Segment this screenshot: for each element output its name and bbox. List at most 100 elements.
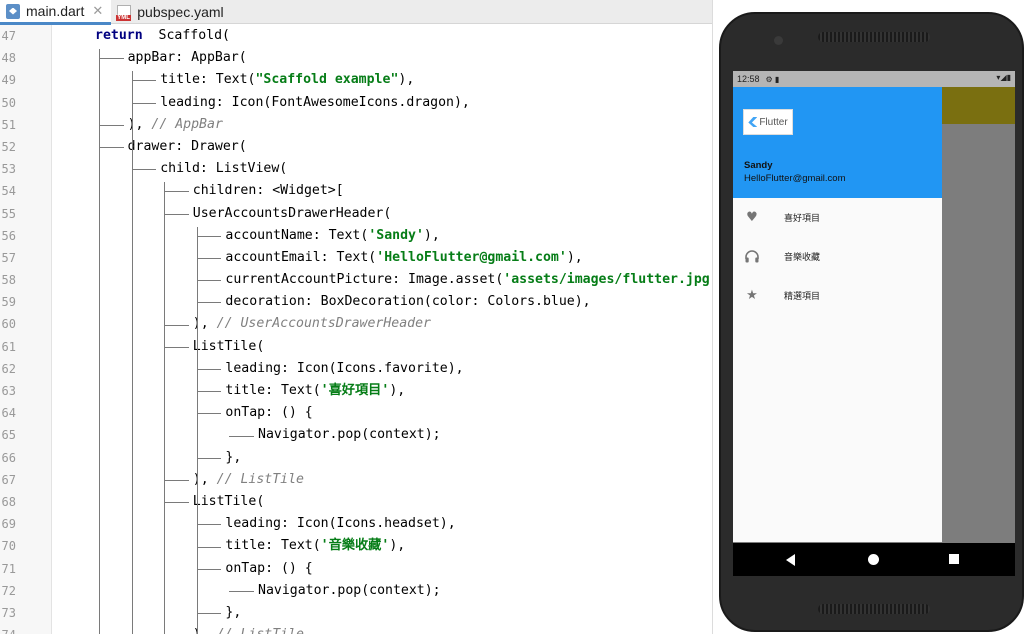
line-number: 59 (1, 295, 16, 310)
code-token: Scaffold( (142, 28, 230, 43)
code-line[interactable]: 64 onTap: () { (0, 402, 712, 424)
widget-tree-guide (196, 568, 222, 570)
code-line[interactable]: 57 accountEmail: Text('HelloFlutter@gmail… (0, 247, 712, 269)
line-number: 66 (1, 450, 16, 465)
code-token: children: <Widget>[ (192, 183, 344, 199)
line-number: 49 (1, 73, 16, 88)
recent-apps-icon[interactable] (949, 554, 959, 564)
code-lines: 47 return Scaffold(48 appBar: AppBar(49 tit… (0, 25, 712, 634)
code-text: leading: Icon(FontAwesomeIcons.dragon), (160, 92, 470, 114)
code-comment: // UserAccountsDrawerHeader (216, 316, 431, 332)
code-line[interactable]: 55 UserAccountsDrawerHeader( (0, 203, 712, 225)
code-line[interactable]: 54 children: <Widget>[ (0, 180, 712, 202)
code-text: children: <Widget>[ (193, 180, 344, 202)
line-number: 50 (1, 95, 16, 110)
code-token: Navigator.pop(context); (258, 582, 441, 598)
code-token: title: Text( (160, 72, 256, 88)
list-tile-favorite[interactable]: ♥ 喜好項目 (733, 198, 942, 237)
android-emulator: 12:58 ⚙ ▮ ▾◢▮ Flutter Sandy HelloFlutter… (719, 12, 1024, 632)
code-line[interactable]: 47 return Scaffold( (0, 25, 712, 47)
widget-tree-guide (164, 346, 189, 348)
code-line[interactable]: 60), // UserAccountsDrawerHeader (0, 313, 712, 335)
code-editor[interactable]: 47 return Scaffold(48 appBar: AppBar(49 tit… (0, 25, 712, 634)
code-line[interactable]: 67), // ListTile (0, 469, 712, 491)
widget-tree-guide (196, 613, 222, 615)
code-text: return Scaffold( (95, 25, 230, 47)
account-picture[interactable]: Flutter (743, 109, 793, 135)
code-line[interactable]: 61 ListTile( (0, 336, 712, 358)
widget-tree-guide (99, 147, 124, 148)
string-literal: 'HelloFlutter@gmail.com' (376, 249, 567, 265)
code-token: }, (225, 604, 242, 620)
account-email: HelloFlutter@gmail.com (744, 173, 846, 184)
code-text: UserAccountsDrawerHeader( (193, 203, 392, 225)
code-line[interactable]: 73}, (0, 602, 712, 624)
code-line[interactable]: 49 title: Text("Scaffold example"), (0, 69, 712, 91)
bottom-speaker-grille (818, 604, 930, 614)
code-line[interactable]: 72 Navigator.pop(context); (0, 580, 712, 602)
code-token: title: Text( (225, 383, 321, 398)
code-line[interactable]: 69 leading: Icon(Icons.headset), (0, 513, 712, 535)
line-number: 47 (1, 29, 16, 43)
widget-tree-guide (196, 413, 222, 415)
line-number: 69 (1, 517, 16, 532)
widget-tree-guide (99, 124, 124, 126)
code-line[interactable]: 65 Navigator.pop(context); (0, 424, 712, 446)
device-screen[interactable]: 12:58 ⚙ ▮ ▾◢▮ Flutter Sandy HelloFlutter… (733, 71, 1015, 576)
tab-pubspec-yaml[interactable]: YML pubspec.yaml (111, 0, 231, 24)
line-number: 65 (1, 428, 16, 443)
tile-title: 音樂收藏 (784, 253, 821, 263)
widget-tree-guide (229, 435, 254, 437)
code-line[interactable]: 63 title: Text('喜好項目'), (0, 380, 712, 402)
code-line[interactable]: 58 currentAccountPicture: Image.asset('as… (0, 269, 712, 291)
widget-tree-guide (164, 324, 189, 326)
widget-tree-guide (164, 480, 189, 481)
line-number: 57 (1, 250, 16, 265)
widget-tree-guide (164, 213, 189, 215)
code-line[interactable]: 50 leading: Icon(FontAwesomeIcons.dragon)… (0, 92, 712, 114)
tab-label: main.dart (26, 3, 85, 19)
code-text: leading: Icon(Icons.favorite), (225, 358, 463, 380)
code-text: drawer: Drawer( (128, 136, 247, 158)
widget-tree-guide (196, 524, 222, 526)
code-comment: // ListTile (216, 471, 304, 487)
code-line[interactable]: 56 accountName: Text('Sandy'), (0, 225, 712, 247)
list-tile-star[interactable]: ★ 精選項目 (733, 276, 942, 315)
code-line[interactable]: 70 title: Text('音樂收藏'), (0, 535, 712, 557)
code-line[interactable]: 66}, (0, 447, 712, 469)
code-text: onTap: () { (225, 558, 312, 580)
code-line[interactable]: 53 child: ListView( (0, 158, 712, 180)
navigation-drawer[interactable]: Flutter Sandy HelloFlutter@gmail.com ♥ 喜… (733, 87, 942, 542)
line-number: 58 (1, 273, 16, 288)
status-time: 12:58 (737, 74, 760, 84)
widget-tree-guide (229, 591, 254, 592)
pane-splitter[interactable] (712, 0, 713, 634)
signal-battery-icon: ▾◢▮ (996, 73, 1011, 82)
line-number: 51 (1, 117, 16, 132)
home-icon[interactable] (868, 554, 879, 565)
code-line[interactable]: 68 ListTile( (0, 491, 712, 513)
widget-tree-guide (164, 502, 189, 504)
code-text: ), // ListTile (193, 469, 304, 491)
code-line[interactable]: 74), // ListTile (0, 624, 712, 634)
close-icon[interactable]: ✕ (92, 3, 103, 19)
code-line[interactable]: 71 onTap: () { (0, 558, 712, 580)
code-line[interactable]: 59 decoration: BoxDecoration(color: Color… (0, 291, 712, 313)
code-token: onTap: () { (225, 560, 313, 576)
speaker-grille (818, 32, 930, 42)
code-text: accountName: Text('Sandy'), (225, 225, 439, 247)
line-number: 72 (1, 583, 16, 598)
widget-tree-guide (99, 58, 124, 60)
camera-icon (774, 36, 783, 45)
tab-main-dart[interactable]: main.dart ✕ (0, 0, 112, 25)
back-icon[interactable] (786, 554, 795, 566)
tile-title: 精選項目 (784, 292, 821, 302)
code-token: ListTile( (192, 338, 265, 354)
tab-label: pubspec.yaml (137, 4, 224, 20)
code-text: }, (225, 447, 241, 469)
list-tile-headset[interactable]: 音樂收藏 (733, 237, 942, 276)
code-line[interactable]: 62 leading: Icon(Icons.favorite), (0, 358, 712, 380)
widget-tree-guide (131, 169, 157, 171)
line-number: 73 (1, 605, 16, 620)
status-icons: ⚙ ▮ (765, 74, 780, 84)
